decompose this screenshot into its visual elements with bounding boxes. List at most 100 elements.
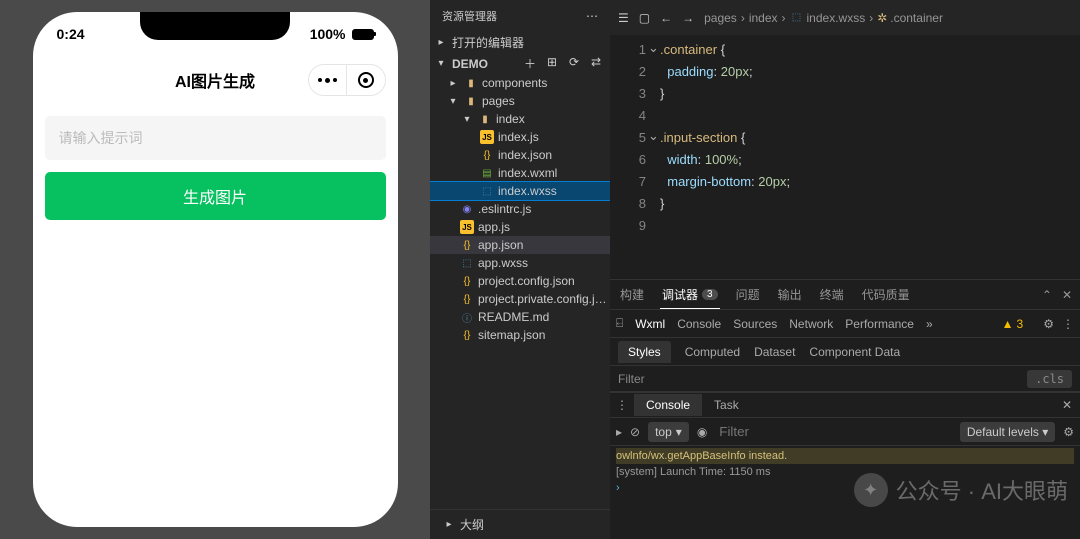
back-icon[interactable]: ←	[660, 11, 672, 25]
json-icon: {}	[460, 238, 474, 252]
eye-icon[interactable]: ◉	[697, 425, 707, 439]
warnings-indicator[interactable]: ▲ 3	[1002, 317, 1024, 331]
editor-pane: ☰ ▢ ← → pages› index› ⬚index.wxss› ✲.con…	[610, 0, 1080, 539]
console-toggle-icon[interactable]: ▸	[616, 425, 622, 439]
folder-icon: ▮	[464, 94, 478, 108]
tab-styles[interactable]: Styles	[618, 341, 671, 363]
file-readme[interactable]: ⓘREADME.md	[430, 308, 610, 326]
folder-index[interactable]: ▾▮index	[430, 110, 610, 128]
forward-icon[interactable]: →	[682, 11, 694, 25]
tab-dataset[interactable]: Dataset	[754, 345, 795, 359]
tab-wxml[interactable]: Wxml	[635, 317, 665, 331]
refresh-icon[interactable]: ⟳	[566, 55, 582, 72]
tab-issues[interactable]: 问题	[734, 280, 762, 309]
wxss-icon: ⬚	[460, 256, 474, 270]
crumb-selector[interactable]: ✲.container	[877, 11, 943, 25]
tab-quality[interactable]: 代码质量	[860, 280, 912, 309]
status-time: 0:24	[57, 26, 85, 42]
styles-filter-label[interactable]: Filter	[618, 372, 645, 386]
file-index-wxss[interactable]: ⬚index.wxss	[430, 182, 610, 200]
file-index-js[interactable]: JSindex.js	[430, 128, 610, 146]
crumb-file[interactable]: ⬚index.wxss	[790, 11, 866, 25]
file-index-json[interactable]: {}index.json	[430, 146, 610, 164]
battery-icon	[352, 29, 374, 40]
drawer-close-icon[interactable]: ✕	[1054, 398, 1080, 412]
phone-notch	[140, 12, 290, 40]
folder-pages[interactable]: ▾▮pages	[430, 92, 610, 110]
tab-network[interactable]: Network	[789, 317, 833, 331]
editor-tab-bar: ☰ ▢ ← → pages› index› ⬚index.wxss› ✲.con…	[610, 0, 1080, 35]
tab-terminal[interactable]: 终端	[818, 280, 846, 309]
new-file-icon[interactable]: ＋	[522, 55, 538, 72]
explorer-sidebar: 资源管理器 ⋯ ▸打开的编辑器 ▾DEMO ＋ ⊞ ⟳ ⇄ ▸▮componen…	[430, 0, 610, 539]
file-index-wxml[interactable]: ▤index.wxml	[430, 164, 610, 182]
more-icon[interactable]: ⋯	[586, 9, 598, 23]
capsule-close-button[interactable]	[347, 65, 385, 95]
styles-tabs: Styles Computed Dataset Component Data	[610, 338, 1080, 366]
explorer-title: 资源管理器	[442, 8, 497, 24]
file-project-private[interactable]: {}project.private.config.js...	[430, 290, 610, 308]
file-app-js[interactable]: JSapp.js	[430, 218, 610, 236]
folder-components[interactable]: ▸▮components	[430, 74, 610, 92]
capsule-menu-button[interactable]	[309, 65, 347, 95]
clear-console-icon[interactable]: ⊘	[630, 425, 640, 439]
inspect-icon[interactable]: ⍇	[616, 316, 623, 331]
maximize-icon[interactable]: ⌃	[1042, 288, 1052, 302]
tab-build[interactable]: 构建	[618, 280, 646, 309]
list-icon[interactable]: ☰	[618, 11, 629, 25]
collapse-icon[interactable]: ⇄	[588, 55, 604, 72]
file-project-config[interactable]: {}project.config.json	[430, 272, 610, 290]
folder-icon: ▮	[478, 112, 492, 126]
console-output: owlnfo/wx.getAppBaseInfo instead. [syste…	[610, 446, 1080, 539]
page-title: AI图片生成	[175, 68, 255, 92]
file-app-wxss[interactable]: ⬚app.wxss	[430, 254, 610, 272]
file-app-json[interactable]: {}app.json	[430, 236, 610, 254]
folder-icon: ▮	[464, 76, 478, 90]
console-drawer-toggle[interactable]: ⋮	[610, 398, 634, 412]
json-icon: {}	[460, 328, 474, 342]
drawer-tab-console[interactable]: Console	[634, 394, 702, 416]
simulator-panel: 0:24 100% AI图片生成 请输入提示词 生成图片	[0, 0, 430, 539]
json-icon: {}	[460, 292, 474, 306]
cls-toggle[interactable]: .cls	[1027, 370, 1072, 388]
tab-performance[interactable]: Performance	[845, 317, 914, 331]
console-settings-icon[interactable]: ⚙	[1063, 425, 1074, 439]
tab-debugger[interactable]: 调试器3	[660, 280, 720, 309]
levels-select[interactable]: Default levels ▾	[960, 422, 1055, 442]
settings-icon[interactable]: ⚙	[1043, 317, 1054, 331]
drawer-tab-task[interactable]: Task	[702, 394, 751, 416]
tab-devtools-console[interactable]: Console	[677, 317, 721, 331]
crumb-pages[interactable]: pages	[704, 11, 737, 25]
generate-button[interactable]: 生成图片	[45, 172, 386, 220]
tab-component-data[interactable]: Component Data	[809, 345, 900, 359]
file-tree: ▸打开的编辑器 ▾DEMO ＋ ⊞ ⟳ ⇄ ▸▮components ▾▮pag…	[430, 32, 610, 509]
close-panel-icon[interactable]: ✕	[1062, 288, 1072, 302]
devtools-more-icon[interactable]: ⋮	[1062, 317, 1074, 331]
console-toolbar: ▸ ⊘ top▾ ◉ Default levels ▾ ⚙	[610, 418, 1080, 446]
prompt-input[interactable]: 请输入提示词	[45, 116, 386, 160]
file-sitemap[interactable]: {}sitemap.json	[430, 326, 610, 344]
capsule	[308, 64, 386, 96]
outline-section[interactable]: ▸大纲	[430, 509, 610, 539]
tab-sources[interactable]: Sources	[733, 317, 777, 331]
tab-computed[interactable]: Computed	[685, 345, 740, 359]
bookmark-icon[interactable]: ▢	[639, 11, 650, 25]
tab-output[interactable]: 输出	[776, 280, 804, 309]
open-editors-section[interactable]: ▸打开的编辑器	[430, 32, 610, 53]
file-eslintrc[interactable]: ◉.eslintrc.js	[430, 200, 610, 218]
console-filter-input[interactable]	[715, 422, 952, 441]
new-folder-icon[interactable]: ⊞	[544, 55, 560, 72]
more-tabs-icon[interactable]: »	[926, 317, 933, 331]
explorer-actions: ＋ ⊞ ⟳ ⇄	[522, 55, 604, 72]
context-select[interactable]: top▾	[648, 422, 689, 442]
crumb-index[interactable]: index	[749, 11, 778, 25]
code-editor[interactable]: 123456789 ⌄⌄ .container { padding: 20px;…	[610, 35, 1080, 279]
bottom-panel: 构建 调试器3 问题 输出 终端 代码质量 ⌃ ✕ ⍇ Wxml Console…	[610, 279, 1080, 539]
log-line: [system] Launch Time: 1150 ms	[616, 464, 1074, 480]
devtools-tabs: ⍇ Wxml Console Sources Network Performan…	[610, 310, 1080, 338]
styles-filter-bar: Filter .cls	[610, 366, 1080, 392]
breadcrumb: pages› index› ⬚index.wxss› ✲.container	[704, 11, 943, 25]
console-prompt[interactable]: ›	[616, 482, 620, 494]
project-root[interactable]: ▾DEMO ＋ ⊞ ⟳ ⇄	[430, 53, 610, 74]
console-drawer-tabs: ⋮ Console Task ✕	[610, 392, 1080, 418]
